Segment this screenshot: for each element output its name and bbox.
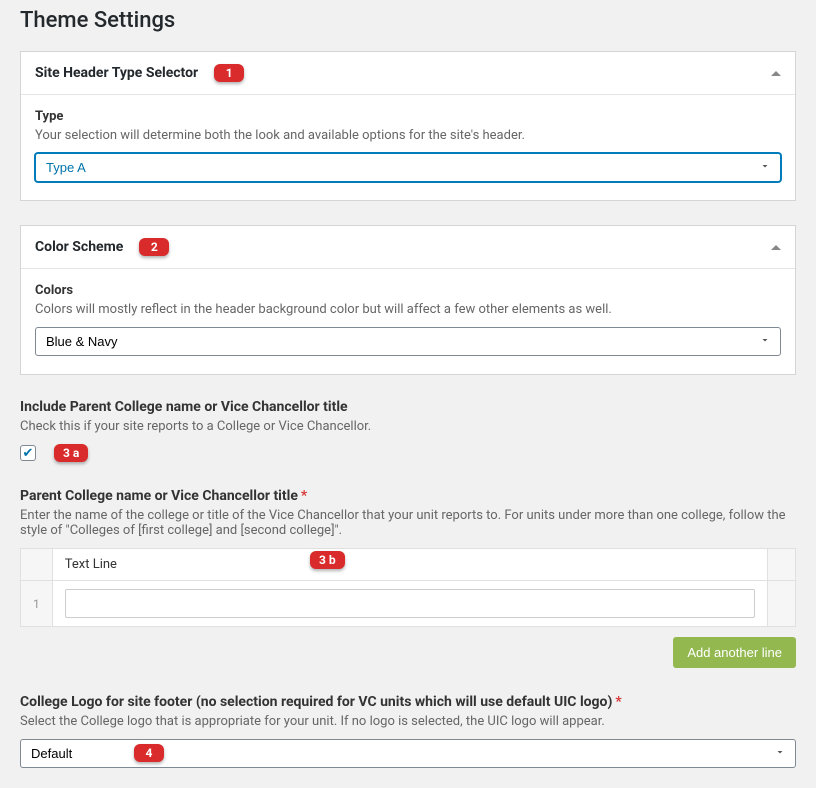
section-header-type: Site Header Type Selector 1 Type Your se… (20, 51, 796, 201)
field-description: Select the College logo that is appropri… (20, 714, 796, 729)
textline-table: Text Line 1 (20, 548, 796, 627)
header-type-select[interactable]: Type A (35, 153, 781, 182)
table-column-header: Text Line (52, 549, 767, 581)
collapse-icon (771, 245, 781, 250)
section-color-scheme: Color Scheme 2 Colors Colors will mostly… (20, 225, 796, 375)
field-label: Type (35, 109, 781, 124)
field-description: Enter the name of the college or title o… (20, 508, 796, 538)
field-description: Colors will mostly reflect in the header… (35, 302, 781, 317)
color-scheme-select[interactable]: Blue & Navy (35, 327, 781, 356)
table-handle-header (21, 549, 53, 581)
include-parent-checkbox[interactable]: ✔ (20, 445, 36, 461)
add-line-button[interactable]: Add another line (673, 637, 796, 668)
annotation-badge-3b: 3 b (310, 551, 345, 569)
accordion-body: Colors Colors will mostly reflect in the… (21, 269, 795, 374)
textline-input[interactable] (65, 589, 755, 618)
field-description: Your selection will determine both the l… (35, 128, 781, 143)
row-number[interactable]: 1 (21, 581, 53, 627)
field-label: Include Parent College name or Vice Chan… (20, 399, 796, 415)
table-action-header (768, 549, 796, 581)
field-description: Check this if your site reports to a Col… (20, 419, 796, 434)
field-label: Colors (35, 283, 781, 298)
annotation-badge-3a: 3 a (54, 444, 88, 462)
parent-college-name-group: Parent College name or Vice Chancellor t… (20, 488, 796, 668)
field-label: Parent College name or Vice Chancellor t… (20, 488, 796, 504)
include-parent-group: Include Parent College name or Vice Chan… (20, 399, 796, 462)
page-title: Theme Settings (20, 0, 796, 51)
accordion-body: Type Your selection will determine both … (21, 95, 795, 200)
table-row: 1 (21, 581, 796, 627)
college-logo-group: College Logo for site footer (no selecti… (20, 694, 796, 768)
field-label: College Logo for site footer (no selecti… (20, 694, 796, 710)
annotation-badge-2: 2 (139, 238, 169, 256)
required-asterisk: * (301, 488, 307, 504)
accordion-header[interactable]: Color Scheme 2 (21, 226, 795, 269)
required-asterisk: * (615, 694, 621, 710)
collapse-icon (771, 71, 781, 76)
accordion-title-text: Color Scheme (35, 239, 123, 255)
annotation-badge-4: 4 (134, 744, 164, 762)
accordion-title-text: Site Header Type Selector (35, 65, 198, 81)
accordion-header[interactable]: Site Header Type Selector 1 (21, 52, 795, 95)
row-action-cell[interactable] (768, 581, 796, 627)
annotation-badge-1: 1 (214, 64, 244, 82)
